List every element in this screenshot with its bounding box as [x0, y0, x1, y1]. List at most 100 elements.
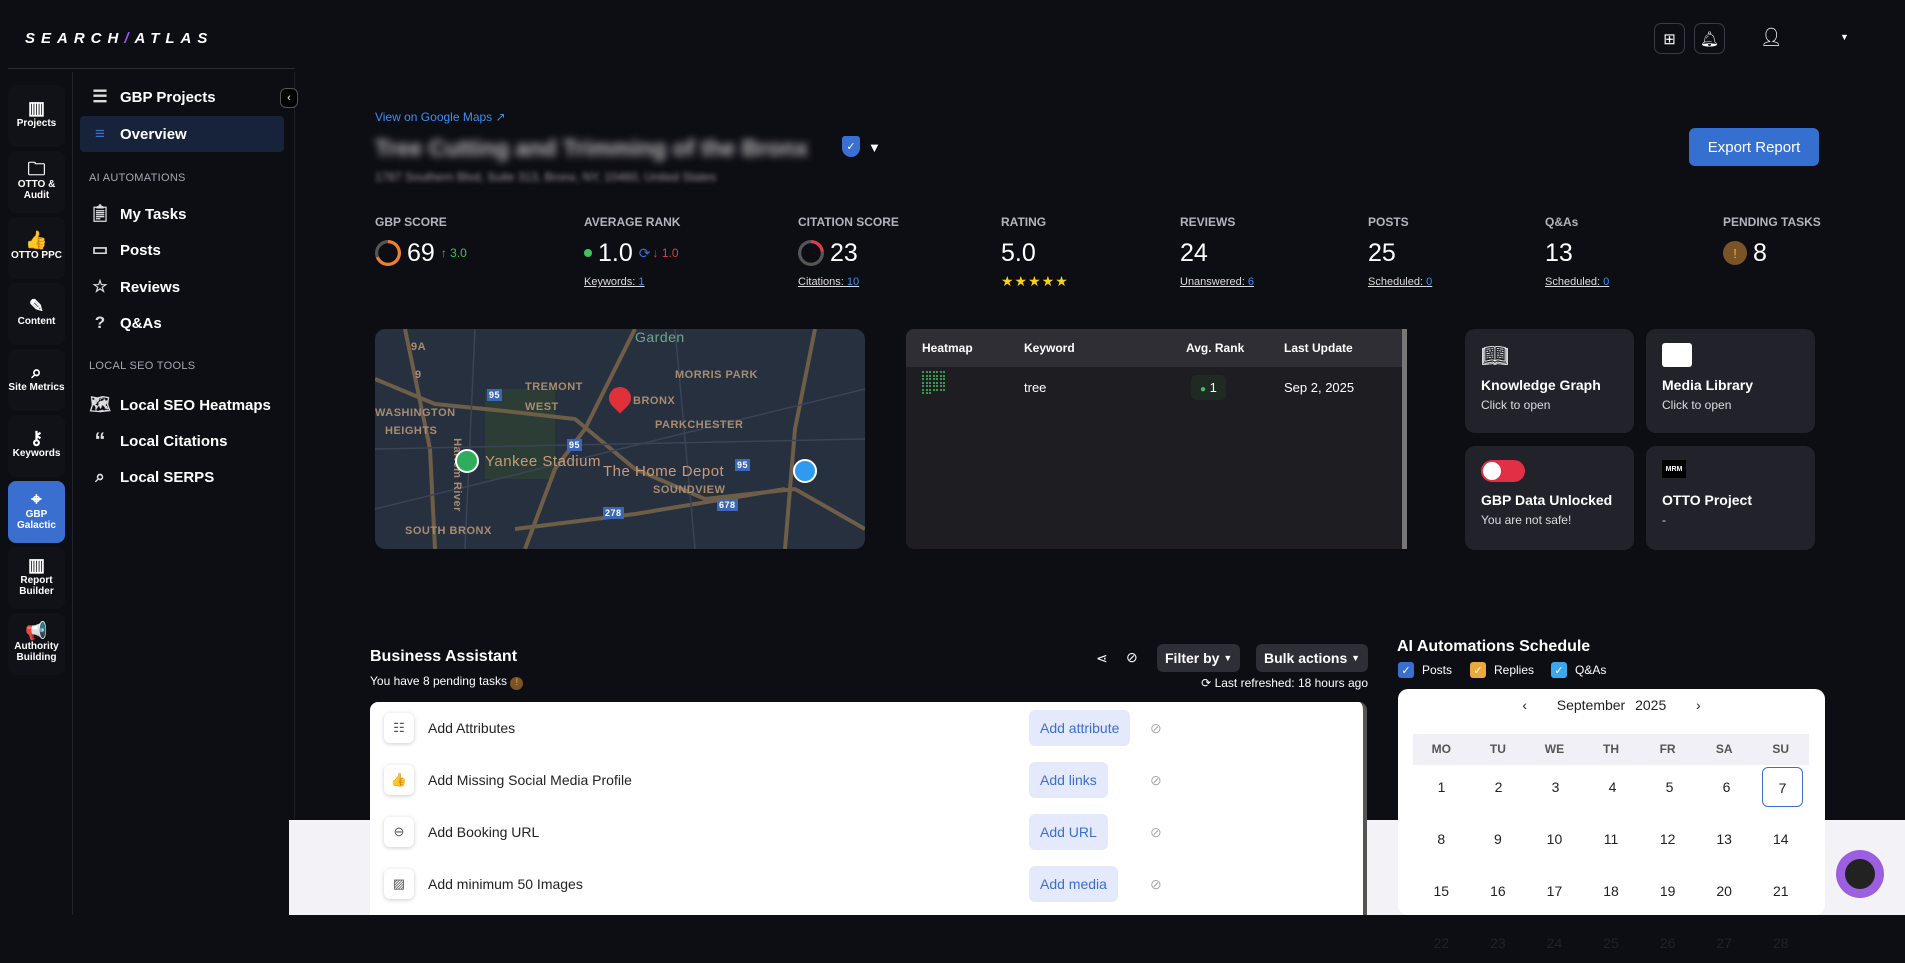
calendar-day[interactable]: 7 [1762, 767, 1803, 807]
posts-filter-checkbox[interactable]: ✓Posts [1398, 662, 1452, 678]
qas-scheduled-link[interactable]: Scheduled: 0 [1545, 276, 1609, 288]
calendar-day[interactable]: 9 [1470, 819, 1527, 859]
calendar-day[interactable]: 11 [1583, 819, 1640, 859]
rail-item[interactable]: 👍OTTO PPC [8, 217, 65, 279]
heatmap-thumbnail[interactable] [922, 371, 940, 394]
calendar-day[interactable]: 21 [1752, 871, 1809, 911]
card-subtitle: - [1662, 513, 1799, 527]
task-action-button[interactable]: Add media [1029, 866, 1118, 902]
stadium-marker-icon[interactable] [455, 449, 479, 473]
table-row[interactable]: tree ● 1 Sep 2, 2025 [906, 367, 1402, 407]
calendar-day[interactable]: 16 [1470, 871, 1527, 911]
calendar-day[interactable]: 8 [1413, 819, 1470, 859]
user-icon[interactable]: 👤︎ [1760, 27, 1783, 48]
qas-filter-checkbox[interactable]: ✓Q&As [1551, 662, 1606, 678]
sidebar-item-qas[interactable]: ?Q&As [80, 305, 284, 341]
rail-item[interactable]: ✎Content [8, 283, 65, 345]
filter-by-dropdown[interactable]: Filter by ▼ [1157, 644, 1240, 672]
calendar-day[interactable]: 2 [1470, 767, 1527, 807]
unlocked-toggle[interactable] [1481, 460, 1525, 482]
calendar-day[interactable]: 26 [1639, 923, 1696, 963]
share-icon[interactable]: ⋖ [1096, 650, 1108, 667]
hide-task-icon[interactable]: ⊘ [1150, 720, 1162, 737]
secondary-sidebar: ☰GBP Projects ≡Overview AI AUTOMATIONS 📋… [75, 72, 295, 915]
view-on-google-maps-link[interactable]: View on Google Maps ↗ [375, 110, 506, 124]
search-atlas-logo[interactable]: SEARCH/ATLAS [25, 30, 213, 47]
calendar-day[interactable]: 17 [1526, 871, 1583, 911]
sidebar-item-citations[interactable]: “Local Citations [80, 423, 284, 459]
calendar-day[interactable]: 5 [1641, 767, 1698, 807]
prev-month-button[interactable]: ‹ [1522, 697, 1527, 713]
replies-filter-checkbox[interactable]: ✓Replies [1470, 662, 1534, 678]
bulk-actions-dropdown[interactable]: Bulk actions ▼ [1256, 644, 1368, 672]
gbp-data-unlocked-card[interactable]: GBP Data Unlocked You are not safe! [1465, 446, 1634, 550]
stat-value: 1.0 [598, 239, 633, 268]
media-library-card[interactable]: Media Library Click to open [1646, 329, 1815, 433]
calendar-day[interactable]: 10 [1526, 819, 1583, 859]
sidebar-item-reviews[interactable]: ☆Reviews [80, 269, 284, 305]
export-report-button[interactable]: Export Report [1689, 128, 1819, 166]
chevron-down-icon: ▼ [1351, 653, 1360, 663]
rail-item[interactable]: 🗀OTTO & Audit [8, 151, 65, 213]
rail-item[interactable]: ▥Projects [8, 85, 65, 147]
keyword-cell: tree [1024, 380, 1046, 395]
calendar-day[interactable]: 13 [1696, 819, 1753, 859]
hide-task-icon[interactable]: ⊘ [1150, 824, 1162, 841]
calendar-day[interactable]: 24 [1526, 923, 1583, 963]
calendar-day[interactable]: 14 [1752, 819, 1809, 859]
calendar-day[interactable]: 3 [1527, 767, 1584, 807]
chat-assistant-button[interactable] [1836, 850, 1884, 898]
calendar-day[interactable]: 27 [1696, 923, 1753, 963]
calendar-day[interactable]: 19 [1639, 871, 1696, 911]
calendar-day[interactable]: 15 [1413, 871, 1470, 911]
store-marker-icon[interactable] [793, 459, 817, 483]
knowledge-graph-card[interactable]: 📖︎ Knowledge Graph Click to open [1465, 329, 1634, 433]
stat-value: 13 [1545, 239, 1573, 268]
refresh-icon[interactable]: ⟳ [1201, 676, 1211, 690]
calendar-day[interactable]: 23 [1470, 923, 1527, 963]
heatmap-dot [929, 392, 931, 394]
calendar-day[interactable]: 12 [1639, 819, 1696, 859]
hide-task-icon[interactable]: ⊘ [1150, 772, 1162, 789]
rail-item[interactable]: ⌖GBP Galactic [8, 481, 65, 543]
hide-icon[interactable]: ⊘ [1126, 649, 1138, 666]
calendar-day[interactable]: 25 [1583, 923, 1640, 963]
rail-item[interactable]: ⚷Keywords [8, 415, 65, 477]
task-action-button[interactable]: Add URL [1029, 814, 1108, 850]
chevron-down-icon[interactable]: ▼ [1840, 32, 1849, 42]
business-dropdown-icon[interactable]: ▼ [868, 140, 881, 155]
rail-item[interactable]: 📢Authority Building [8, 613, 65, 675]
citations-link[interactable]: Citations: 10 [798, 276, 899, 288]
rail-label: Content [18, 316, 56, 327]
task-action-button[interactable]: Add links [1029, 762, 1108, 798]
sidebar-item-heatmaps[interactable]: 🗺︎Local SEO Heatmaps [80, 387, 284, 423]
sidebar-item-serps[interactable]: ⌕Local SERPS [80, 459, 284, 495]
keywords-link[interactable]: Keywords: 1 [584, 276, 680, 288]
posts-scheduled-link[interactable]: Scheduled: 0 [1368, 276, 1432, 288]
next-month-button[interactable]: › [1696, 697, 1701, 713]
collapse-sidebar-button[interactable]: ‹ [280, 88, 298, 108]
quote-icon: “ [80, 428, 120, 454]
apps-add-button[interactable]: ⊞ [1654, 23, 1685, 54]
hide-task-icon[interactable]: ⊘ [1150, 876, 1162, 893]
sidebar-item-gbp-projects[interactable]: ☰GBP Projects [80, 79, 284, 115]
notifications-button[interactable]: 🔔︎ [1694, 23, 1725, 54]
business-map[interactable]: Garden9A9TREMONTWESTBRONXMORRIS PARKWASH… [375, 329, 865, 549]
sidebar-item-my-tasks[interactable]: 📋︎My Tasks [80, 196, 284, 232]
calendar-day[interactable]: 18 [1583, 871, 1640, 911]
sidebar-item-posts[interactable]: ▭Posts [80, 232, 284, 268]
calendar-day[interactable]: 22 [1413, 923, 1470, 963]
rail-item[interactable]: ▥Report Builder [8, 547, 65, 609]
calendar-day[interactable]: 6 [1698, 767, 1755, 807]
rail-item[interactable]: ⌕Site Metrics [8, 349, 65, 411]
icon-rail: ▥Projects🗀OTTO & Audit👍OTTO PPC✎Content⌕… [0, 72, 73, 915]
unanswered-link[interactable]: Unanswered: 6 [1180, 276, 1254, 288]
task-action-button[interactable]: Add attribute [1029, 710, 1130, 746]
column-header: Avg. Rank [1186, 341, 1244, 355]
otto-project-card[interactable]: MRM OTTO Project - [1646, 446, 1815, 550]
calendar-day[interactable]: 1 [1413, 767, 1470, 807]
sidebar-item-overview[interactable]: ≡Overview [80, 116, 284, 152]
calendar-day[interactable]: 20 [1696, 871, 1753, 911]
calendar-day[interactable]: 4 [1584, 767, 1641, 807]
calendar-day[interactable]: 28 [1752, 923, 1809, 963]
